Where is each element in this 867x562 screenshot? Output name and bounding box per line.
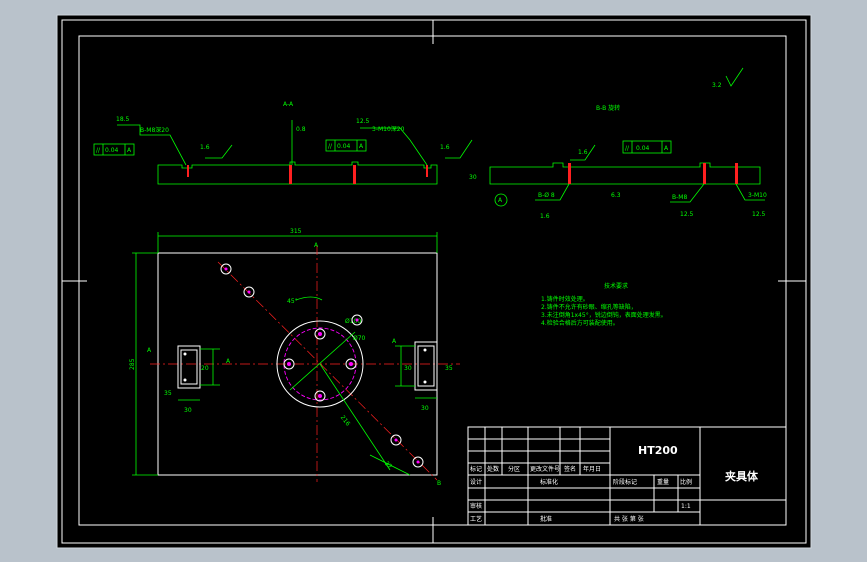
tb-material: HT200: [638, 444, 678, 457]
finish-b-2: 6.3: [611, 192, 621, 199]
tb-design: 设计: [470, 478, 482, 486]
tb-change-doc: 更改文件号: [530, 465, 560, 473]
finish-right: 1.6: [440, 144, 450, 151]
section-b-hole2: [703, 163, 706, 184]
note-right-holes: 3-M10深20: [372, 125, 405, 133]
tech-req-1: 1.铸件时效处理。: [541, 295, 589, 303]
callout-b-m10: 3-M10: [748, 192, 767, 199]
tech-req-2: 2.铸件不允许有砂眼、缩孔等缺陷，: [541, 303, 637, 311]
tb-approve: 批准: [540, 515, 552, 523]
tb-mark: 标记: [470, 465, 482, 473]
section-a-hole-mid1: [289, 165, 292, 184]
note-left-holes: B-M8深20: [140, 126, 169, 134]
section-b-hole3: [735, 163, 738, 184]
section-b-hole1: [568, 163, 571, 184]
tb-weight: 重量: [657, 478, 669, 486]
model-space: [56, 14, 812, 549]
dim-angle: 45°: [287, 298, 298, 305]
tb-zone: 分区: [508, 465, 520, 473]
tb-count: 处数: [487, 465, 499, 473]
left-block-dim2: 20: [201, 365, 209, 372]
left-block-dim1: 35: [164, 390, 172, 397]
finish-center: 0.8: [296, 126, 306, 133]
finish-b: 1.6: [578, 149, 588, 156]
cut-mark-bottom: B: [437, 480, 441, 487]
dim-b-height: 30: [469, 174, 477, 181]
cad-drawing-viewport[interactable]: A-A // 0.04 A 18.5 B-M8深20 1.6 // 0.04 A: [0, 0, 867, 562]
callout-b-m8: B-M8: [672, 194, 687, 201]
dim-pcd: Ø70: [353, 335, 366, 342]
finish-left: 1.6: [200, 144, 210, 151]
dim-height-text: 285: [129, 358, 136, 370]
section-a-hole-left: [187, 165, 189, 177]
tb-process: 工艺: [470, 515, 482, 523]
section-b-title: B-B 旋转: [596, 104, 620, 112]
section-a-title: A-A: [283, 101, 294, 108]
roughness-value: 3.2: [712, 82, 722, 89]
tb-date: 年月日: [583, 465, 601, 473]
tb-scale-value: 1:1: [681, 503, 691, 510]
tb-part-name: 夹具体: [725, 469, 759, 483]
dim-left-width: 18.5: [116, 116, 130, 123]
tb-standard: 标准化: [540, 478, 558, 486]
right-block-dim1: 30: [404, 365, 412, 372]
tb-stage: 阶段标记: [613, 478, 637, 486]
dim-width-text: 315: [290, 228, 302, 235]
right-block-dim2: 35: [445, 365, 453, 372]
tb-sheets: 共 张 第 张: [614, 515, 644, 523]
tb-review: 审核: [470, 502, 482, 510]
tech-req-4: 4.检验合格后方可装配使用。: [541, 319, 619, 327]
right-block-dim3: 30: [421, 405, 429, 412]
finish-b-1: 1.6: [540, 213, 550, 220]
note-b-holes: B-Ø 8: [538, 192, 555, 199]
tol-value-b: 0.04: [636, 145, 650, 152]
finish-b-3: 12.5: [680, 211, 694, 218]
tol-value-right: 0.04: [337, 143, 351, 150]
tech-req-3: 3.未注倒角1x45°，锐边倒钝，表面处理发黑。: [541, 311, 667, 319]
tol-value-left: 0.04: [105, 147, 119, 154]
tb-sign: 签名: [564, 465, 576, 473]
finish-b-4: 12.5: [752, 211, 766, 218]
left-block-dim3: 30: [184, 407, 192, 414]
tech-req-title: 技术要求: [604, 282, 628, 290]
section-a-hole-mid2: [353, 165, 356, 184]
drawing-canvas[interactable]: A-A // 0.04 A 18.5 B-M8深20 1.6 // 0.04 A: [0, 0, 867, 562]
dim-right-width: 12.5: [356, 118, 370, 125]
section-a-hole-right: [426, 165, 428, 177]
tb-scale-label: 比例: [680, 478, 692, 486]
